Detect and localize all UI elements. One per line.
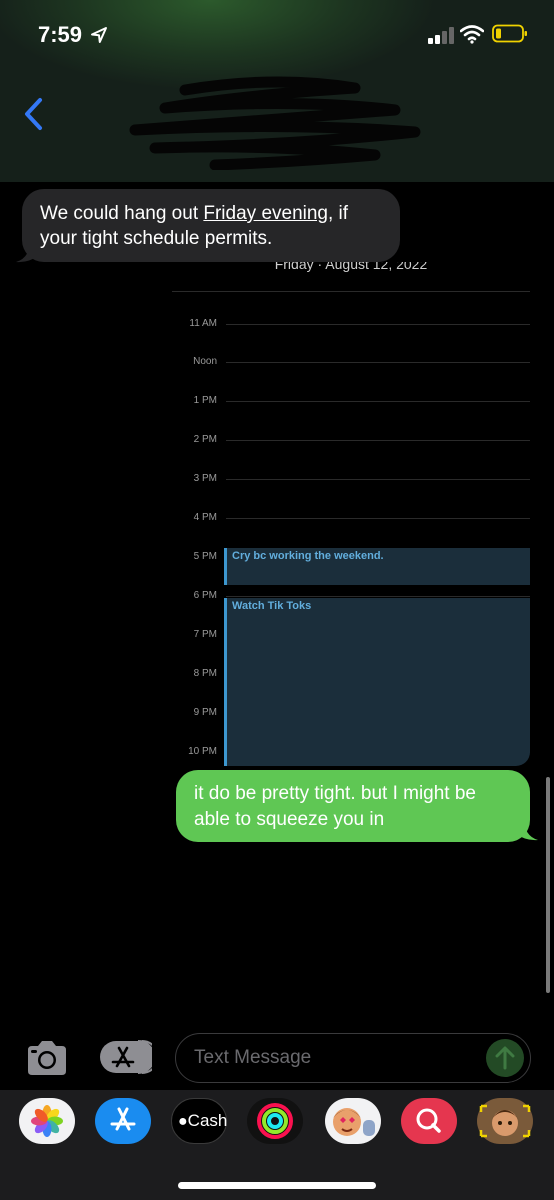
hour-row: 11 AM — [172, 317, 530, 331]
hour-row: 3 PM — [172, 472, 530, 486]
wifi-icon — [460, 25, 484, 44]
calendar-date-header: Friday · August 12, 2022 — [274, 262, 428, 272]
calendar-event[interactable]: Watch Tik Toks — [224, 598, 530, 766]
send-arrow-icon — [495, 1046, 515, 1070]
message-text: We could hang out — [40, 203, 204, 224]
message-line: able to squeeze you in — [194, 809, 385, 830]
chevron-left-icon[interactable] — [22, 97, 44, 131]
conversation-header: 7:59 — [0, 0, 554, 182]
app-store-icon[interactable] — [98, 1040, 159, 1074]
message-line: your tight schedule permits. — [40, 228, 273, 249]
battery-icon — [492, 24, 527, 43]
redacted-contact-name[interactable] — [125, 70, 425, 170]
memoji-icon[interactable] — [477, 1098, 533, 1144]
memoji-stickers-icon[interactable] — [325, 1098, 381, 1144]
message-text: , if — [328, 203, 349, 224]
hour-row: 4 PM — [172, 511, 530, 525]
send-button[interactable] — [486, 1039, 524, 1077]
home-indicator[interactable] — [178, 1182, 376, 1189]
apple-cash-icon[interactable]: ●Cash — [171, 1098, 227, 1144]
message-input-container[interactable] — [175, 1033, 531, 1083]
app-store-icon[interactable] — [95, 1098, 151, 1144]
photos-icon[interactable] — [19, 1098, 75, 1144]
activity-rings-icon[interactable] — [247, 1098, 303, 1144]
message-input[interactable] — [194, 1044, 484, 1072]
outgoing-message-bubble[interactable]: it do be pretty tight. but I might be ab… — [176, 770, 530, 842]
message-line: it do be pretty tight. but I might be — [194, 783, 476, 804]
calendar-preview[interactable]: Friday · August 12, 2022 11 AM Noon 1 PM… — [172, 262, 530, 766]
scroll-indicator[interactable] — [546, 777, 550, 993]
date-link[interactable]: Friday evening — [203, 203, 328, 224]
camera-icon[interactable] — [24, 1038, 70, 1078]
message-line: We could hang out Friday evening, if — [40, 201, 382, 226]
location-arrow-icon — [91, 27, 107, 43]
status-time: 7:59 — [38, 22, 83, 47]
hour-row: 1 PM — [172, 394, 530, 408]
incoming-message-bubble[interactable]: We could hang out Friday evening, if you… — [22, 189, 400, 262]
status-bar: 7:59 — [0, 0, 554, 70]
hour-row: Noon — [172, 355, 530, 369]
hour-row: 2 PM — [172, 433, 530, 447]
cash-label: ●Cash — [178, 1111, 228, 1130]
divider — [172, 291, 530, 292]
cellular-signal-icon — [428, 26, 454, 44]
calendar-event[interactable]: Cry bc working the weekend. — [224, 548, 530, 585]
images-search-icon[interactable] — [401, 1098, 457, 1144]
